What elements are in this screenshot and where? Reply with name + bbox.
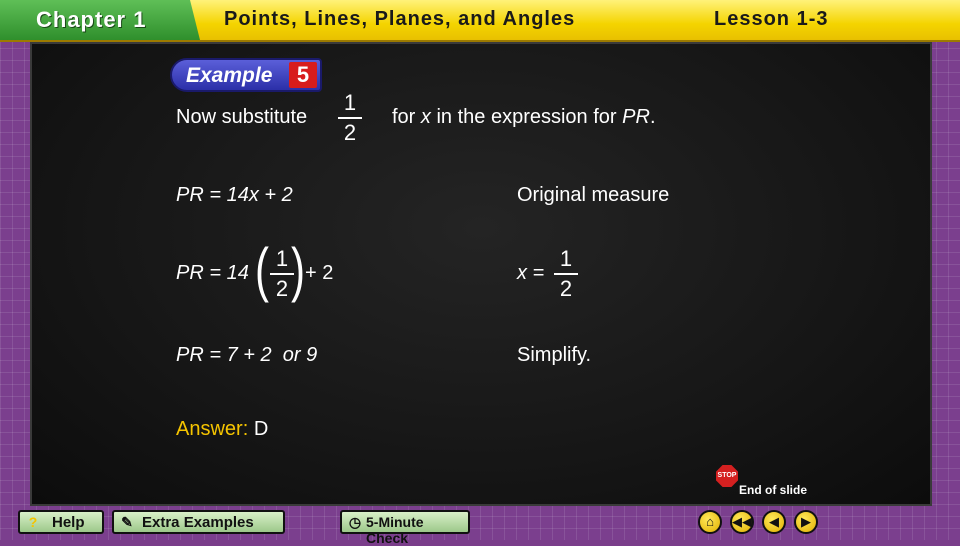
fraction-bar bbox=[338, 117, 362, 119]
first-icon[interactable]: ◀◀ bbox=[730, 510, 754, 534]
help-label: Help bbox=[52, 514, 85, 531]
right-paren: ) bbox=[290, 236, 305, 303]
step-2-expression-right: + 2 bbox=[305, 262, 334, 284]
help-button[interactable]: ? Help bbox=[18, 510, 104, 534]
example-number: 5 bbox=[289, 62, 317, 88]
step-2-note: x = bbox=[517, 262, 545, 284]
five-minute-check-button[interactable]: ◷ 5-Minute Check bbox=[340, 510, 470, 546]
five-minute-check-label: 5-Minute Check bbox=[366, 514, 424, 546]
example-badge: Example 5 bbox=[170, 58, 322, 92]
instruction-variable: x bbox=[420, 106, 431, 128]
step-2-note-fraction: 1 2 bbox=[554, 246, 578, 302]
extra-examples-label: Extra Examples bbox=[142, 514, 254, 531]
fraction-bar bbox=[554, 273, 578, 275]
chapter-title: Chapter 1 bbox=[36, 7, 147, 32]
question-icon: ? bbox=[28, 514, 38, 530]
lesson-number: Lesson 1-3 bbox=[714, 8, 829, 30]
fraction-denominator: 2 bbox=[559, 276, 573, 301]
example-label: Example bbox=[186, 64, 273, 87]
header-bar: Chapter 1 Points, Lines, Planes, and Ang… bbox=[0, 0, 960, 42]
next-icon[interactable]: ▶ bbox=[794, 510, 818, 534]
step-1-note: Original measure bbox=[517, 184, 670, 206]
instruction-for: for bbox=[392, 106, 416, 128]
home-icon[interactable]: ⌂ bbox=[698, 510, 722, 534]
instruction-target: PR bbox=[622, 106, 650, 128]
instruction-suffix: for x in the expression for PR. bbox=[392, 106, 656, 129]
previous-icon[interactable]: ◀ bbox=[762, 510, 786, 534]
tutor-icon: ✎ bbox=[121, 514, 133, 530]
instruction-fraction: 1 2 bbox=[338, 90, 362, 146]
instruction-period: . bbox=[649, 106, 656, 128]
step-3-note: Simplify. bbox=[517, 344, 592, 366]
instruction-middle: in the expression for bbox=[436, 106, 617, 128]
answer: Answer: D bbox=[176, 418, 268, 441]
fraction-denominator: 2 bbox=[343, 120, 357, 145]
answer-label: Answer: bbox=[176, 418, 249, 440]
step-1-expression: PR = 14x + 2 bbox=[176, 184, 293, 206]
clock-icon: ◷ bbox=[348, 514, 362, 530]
fraction-numerator: 1 bbox=[559, 246, 573, 271]
extra-examples-button[interactable]: ✎ Extra Examples bbox=[112, 510, 285, 534]
fraction-numerator: 1 bbox=[343, 90, 357, 115]
end-of-slide-label: End of slide bbox=[739, 483, 808, 497]
step-2-expression-left: PR = 14 bbox=[176, 262, 249, 284]
lesson-topic-title: Points, Lines, Planes, and Angles bbox=[224, 8, 576, 30]
step-3-expression: PR = 7 + 2 or 9 bbox=[176, 344, 318, 366]
answer-value: D bbox=[253, 418, 269, 440]
instruction-prefix: Now substitute bbox=[176, 106, 308, 128]
left-paren: ( bbox=[254, 236, 269, 303]
